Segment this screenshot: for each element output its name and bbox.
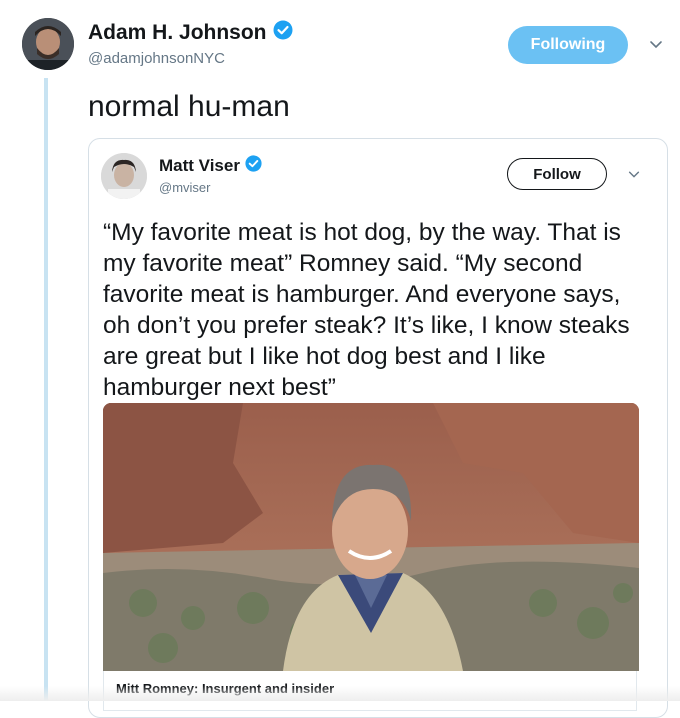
link-card-image[interactable] (103, 403, 639, 671)
author-name[interactable]: Adam H. Johnson (88, 21, 267, 45)
thread-line (44, 78, 48, 701)
tweet-text: normal hu-man (88, 90, 290, 123)
following-button[interactable]: Following (508, 26, 628, 64)
bottom-edge (0, 686, 680, 701)
verified-badge-icon (273, 20, 293, 46)
quoted-author-avatar[interactable] (101, 153, 147, 199)
quoted-author-name-row[interactable]: Matt Viser (159, 155, 262, 177)
quoted-author-handle[interactable]: @mviser (159, 180, 210, 195)
author-name-row[interactable]: Adam H. Johnson (88, 20, 293, 46)
quoted-tweet-text: “My favorite meat is hot dog, by the way… (103, 219, 630, 401)
verified-badge-icon (245, 155, 262, 177)
author-handle[interactable]: @adamjohnsonNYC (88, 50, 225, 67)
quoted-tweet-card[interactable]: Matt Viser @mviser Follow “My favorite m… (88, 138, 668, 718)
follow-button[interactable]: Follow (507, 158, 607, 190)
chevron-down-icon[interactable] (648, 36, 664, 52)
quoted-author-name[interactable]: Matt Viser (159, 156, 240, 176)
chevron-down-icon[interactable] (627, 167, 641, 181)
author-avatar[interactable] (22, 18, 74, 70)
